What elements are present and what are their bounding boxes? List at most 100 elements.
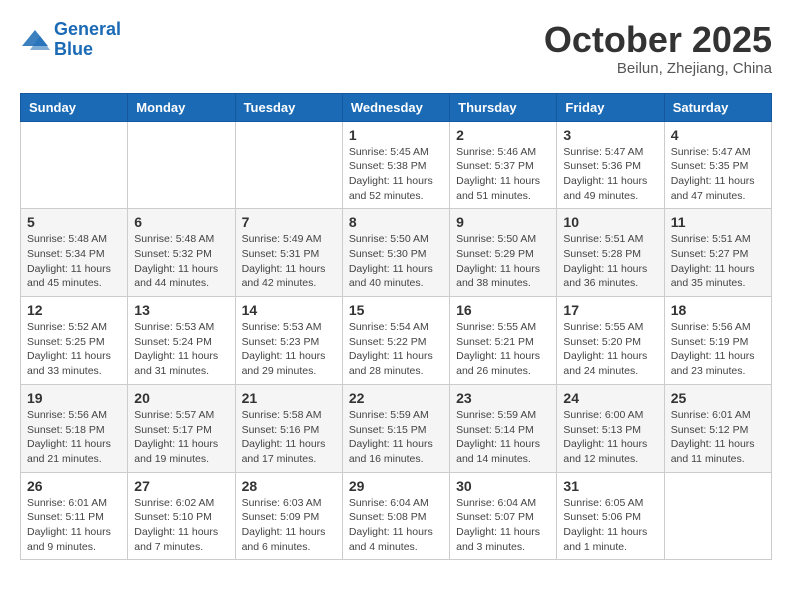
title-block: October 2025 Beilun, Zhejiang, China: [544, 20, 772, 77]
day-info: Sunrise: 5:50 AM Sunset: 5:29 PM Dayligh…: [456, 232, 550, 291]
day-info: Sunrise: 5:46 AM Sunset: 5:37 PM Dayligh…: [456, 145, 550, 204]
day-info: Sunrise: 5:57 AM Sunset: 5:17 PM Dayligh…: [134, 408, 228, 467]
day-number: 21: [242, 390, 336, 406]
day-number: 25: [671, 390, 765, 406]
day-info: Sunrise: 6:04 AM Sunset: 5:07 PM Dayligh…: [456, 496, 550, 555]
day-number: 9: [456, 214, 550, 230]
day-number: 18: [671, 302, 765, 318]
calendar-cell: 8Sunrise: 5:50 AM Sunset: 5:30 PM Daylig…: [342, 209, 449, 297]
weekday-header-tuesday: Tuesday: [235, 93, 342, 121]
day-info: Sunrise: 6:05 AM Sunset: 5:06 PM Dayligh…: [563, 496, 657, 555]
day-number: 24: [563, 390, 657, 406]
weekday-header-saturday: Saturday: [664, 93, 771, 121]
calendar-cell: 5Sunrise: 5:48 AM Sunset: 5:34 PM Daylig…: [21, 209, 128, 297]
calendar-cell: 2 Sunrise: 5:46 AM Sunset: 5:37 PM Daylig…: [450, 121, 557, 209]
calendar-cell: 26 Sunrise: 6:01 AM Sunset: 5:11 PM Dayli…: [21, 472, 128, 560]
calendar-cell: 30Sunrise: 6:04 AM Sunset: 5:07 PM Dayli…: [450, 472, 557, 560]
day-number: 17: [563, 302, 657, 318]
day-number: 16: [456, 302, 550, 318]
calendar-cell: 16Sunrise: 5:55 AM Sunset: 5:21 PM Dayli…: [450, 297, 557, 385]
calendar-cell: 14Sunrise: 5:53 AM Sunset: 5:23 PM Dayli…: [235, 297, 342, 385]
day-info: Sunrise: 6:03 AM Sunset: 5:09 PM Dayligh…: [242, 496, 336, 555]
day-number: 23: [456, 390, 550, 406]
day-info: Sunrise: 6:02 AM Sunset: 5:10 PM Dayligh…: [134, 496, 228, 555]
calendar-cell: 9 Sunrise: 5:50 AM Sunset: 5:29 PM Daylig…: [450, 209, 557, 297]
day-info: Sunrise: 5:56 AM Sunset: 5:19 PM Dayligh…: [671, 320, 765, 379]
calendar-cell: 20 Sunrise: 5:57 AM Sunset: 5:17 PM Dayli…: [128, 384, 235, 472]
calendar-cell: 19Sunrise: 5:56 AM Sunset: 5:18 PM Dayli…: [21, 384, 128, 472]
day-number: 15: [349, 302, 443, 318]
day-number: 13: [134, 302, 228, 318]
calendar-week-row: 12 Sunrise: 5:52 AM Sunset: 5:25 PM Dayli…: [21, 297, 772, 385]
calendar-cell: 4 Sunrise: 5:47 AM Sunset: 5:35 PM Daylig…: [664, 121, 771, 209]
location-subtitle: Beilun, Zhejiang, China: [544, 60, 772, 77]
calendar-cell: 12 Sunrise: 5:52 AM Sunset: 5:25 PM Dayli…: [21, 297, 128, 385]
day-number: 4: [671, 127, 765, 143]
calendar-cell: 13 Sunrise: 5:53 AM Sunset: 5:24 PM Dayli…: [128, 297, 235, 385]
day-info: Sunrise: 5:48 AM Sunset: 5:34 PM Dayligh…: [27, 232, 121, 291]
calendar-cell: [235, 121, 342, 209]
day-info: Sunrise: 5:47 AM Sunset: 5:35 PM Dayligh…: [671, 145, 765, 204]
calendar-week-row: 1 Sunrise: 5:45 AM Sunset: 5:38 PM Daylig…: [21, 121, 772, 209]
day-number: 3: [563, 127, 657, 143]
calendar-table: SundayMondayTuesdayWednesdayThursdayFrid…: [20, 93, 772, 561]
day-number: 29: [349, 478, 443, 494]
calendar-cell: 11 Sunrise: 5:51 AM Sunset: 5:27 PM Dayli…: [664, 209, 771, 297]
day-info: Sunrise: 5:55 AM Sunset: 5:20 PM Dayligh…: [563, 320, 657, 379]
day-number: 28: [242, 478, 336, 494]
calendar-week-row: 5Sunrise: 5:48 AM Sunset: 5:34 PM Daylig…: [21, 209, 772, 297]
calendar-cell: 18 Sunrise: 5:56 AM Sunset: 5:19 PM Dayli…: [664, 297, 771, 385]
day-number: 31: [563, 478, 657, 494]
logo-line1: General: [54, 19, 121, 39]
day-info: Sunrise: 5:53 AM Sunset: 5:23 PM Dayligh…: [242, 320, 336, 379]
day-info: Sunrise: 6:01 AM Sunset: 5:11 PM Dayligh…: [27, 496, 121, 555]
calendar-cell: 22Sunrise: 5:59 AM Sunset: 5:15 PM Dayli…: [342, 384, 449, 472]
day-number: 2: [456, 127, 550, 143]
day-info: Sunrise: 5:52 AM Sunset: 5:25 PM Dayligh…: [27, 320, 121, 379]
calendar-cell: 1 Sunrise: 5:45 AM Sunset: 5:38 PM Daylig…: [342, 121, 449, 209]
day-info: Sunrise: 5:54 AM Sunset: 5:22 PM Dayligh…: [349, 320, 443, 379]
calendar-cell: 23Sunrise: 5:59 AM Sunset: 5:14 PM Dayli…: [450, 384, 557, 472]
calendar-week-row: 19Sunrise: 5:56 AM Sunset: 5:18 PM Dayli…: [21, 384, 772, 472]
day-number: 6: [134, 214, 228, 230]
day-info: Sunrise: 5:53 AM Sunset: 5:24 PM Dayligh…: [134, 320, 228, 379]
calendar-cell: 31 Sunrise: 6:05 AM Sunset: 5:06 PM Dayli…: [557, 472, 664, 560]
calendar-cell: 28 Sunrise: 6:03 AM Sunset: 5:09 PM Dayli…: [235, 472, 342, 560]
calendar-cell: 15 Sunrise: 5:54 AM Sunset: 5:22 PM Dayli…: [342, 297, 449, 385]
day-info: Sunrise: 5:48 AM Sunset: 5:32 PM Dayligh…: [134, 232, 228, 291]
logo-text: General Blue: [54, 20, 121, 60]
weekday-header-sunday: Sunday: [21, 93, 128, 121]
day-info: Sunrise: 5:51 AM Sunset: 5:27 PM Dayligh…: [671, 232, 765, 291]
calendar-cell: [664, 472, 771, 560]
day-number: 12: [27, 302, 121, 318]
calendar-cell: 10 Sunrise: 5:51 AM Sunset: 5:28 PM Dayli…: [557, 209, 664, 297]
day-number: 27: [134, 478, 228, 494]
day-number: 11: [671, 214, 765, 230]
day-info: Sunrise: 5:47 AM Sunset: 5:36 PM Dayligh…: [563, 145, 657, 204]
weekday-header-friday: Friday: [557, 93, 664, 121]
day-info: Sunrise: 5:51 AM Sunset: 5:28 PM Dayligh…: [563, 232, 657, 291]
day-number: 10: [563, 214, 657, 230]
calendar-cell: 29Sunrise: 6:04 AM Sunset: 5:08 PM Dayli…: [342, 472, 449, 560]
day-info: Sunrise: 5:45 AM Sunset: 5:38 PM Dayligh…: [349, 145, 443, 204]
weekday-header-wednesday: Wednesday: [342, 93, 449, 121]
day-info: Sunrise: 6:00 AM Sunset: 5:13 PM Dayligh…: [563, 408, 657, 467]
day-info: Sunrise: 6:01 AM Sunset: 5:12 PM Dayligh…: [671, 408, 765, 467]
calendar-cell: [128, 121, 235, 209]
calendar-week-row: 26 Sunrise: 6:01 AM Sunset: 5:11 PM Dayli…: [21, 472, 772, 560]
calendar-cell: 25 Sunrise: 6:01 AM Sunset: 5:12 PM Dayli…: [664, 384, 771, 472]
calendar-cell: 27 Sunrise: 6:02 AM Sunset: 5:10 PM Dayli…: [128, 472, 235, 560]
day-info: Sunrise: 5:58 AM Sunset: 5:16 PM Dayligh…: [242, 408, 336, 467]
calendar-cell: 7Sunrise: 5:49 AM Sunset: 5:31 PM Daylig…: [235, 209, 342, 297]
weekday-header-thursday: Thursday: [450, 93, 557, 121]
day-number: 1: [349, 127, 443, 143]
calendar-cell: 24 Sunrise: 6:00 AM Sunset: 5:13 PM Dayli…: [557, 384, 664, 472]
day-number: 20: [134, 390, 228, 406]
day-number: 26: [27, 478, 121, 494]
month-title: October 2025: [544, 20, 772, 60]
weekday-header-row: SundayMondayTuesdayWednesdayThursdayFrid…: [21, 93, 772, 121]
day-number: 22: [349, 390, 443, 406]
day-info: Sunrise: 5:50 AM Sunset: 5:30 PM Dayligh…: [349, 232, 443, 291]
day-number: 7: [242, 214, 336, 230]
day-info: Sunrise: 5:56 AM Sunset: 5:18 PM Dayligh…: [27, 408, 121, 467]
